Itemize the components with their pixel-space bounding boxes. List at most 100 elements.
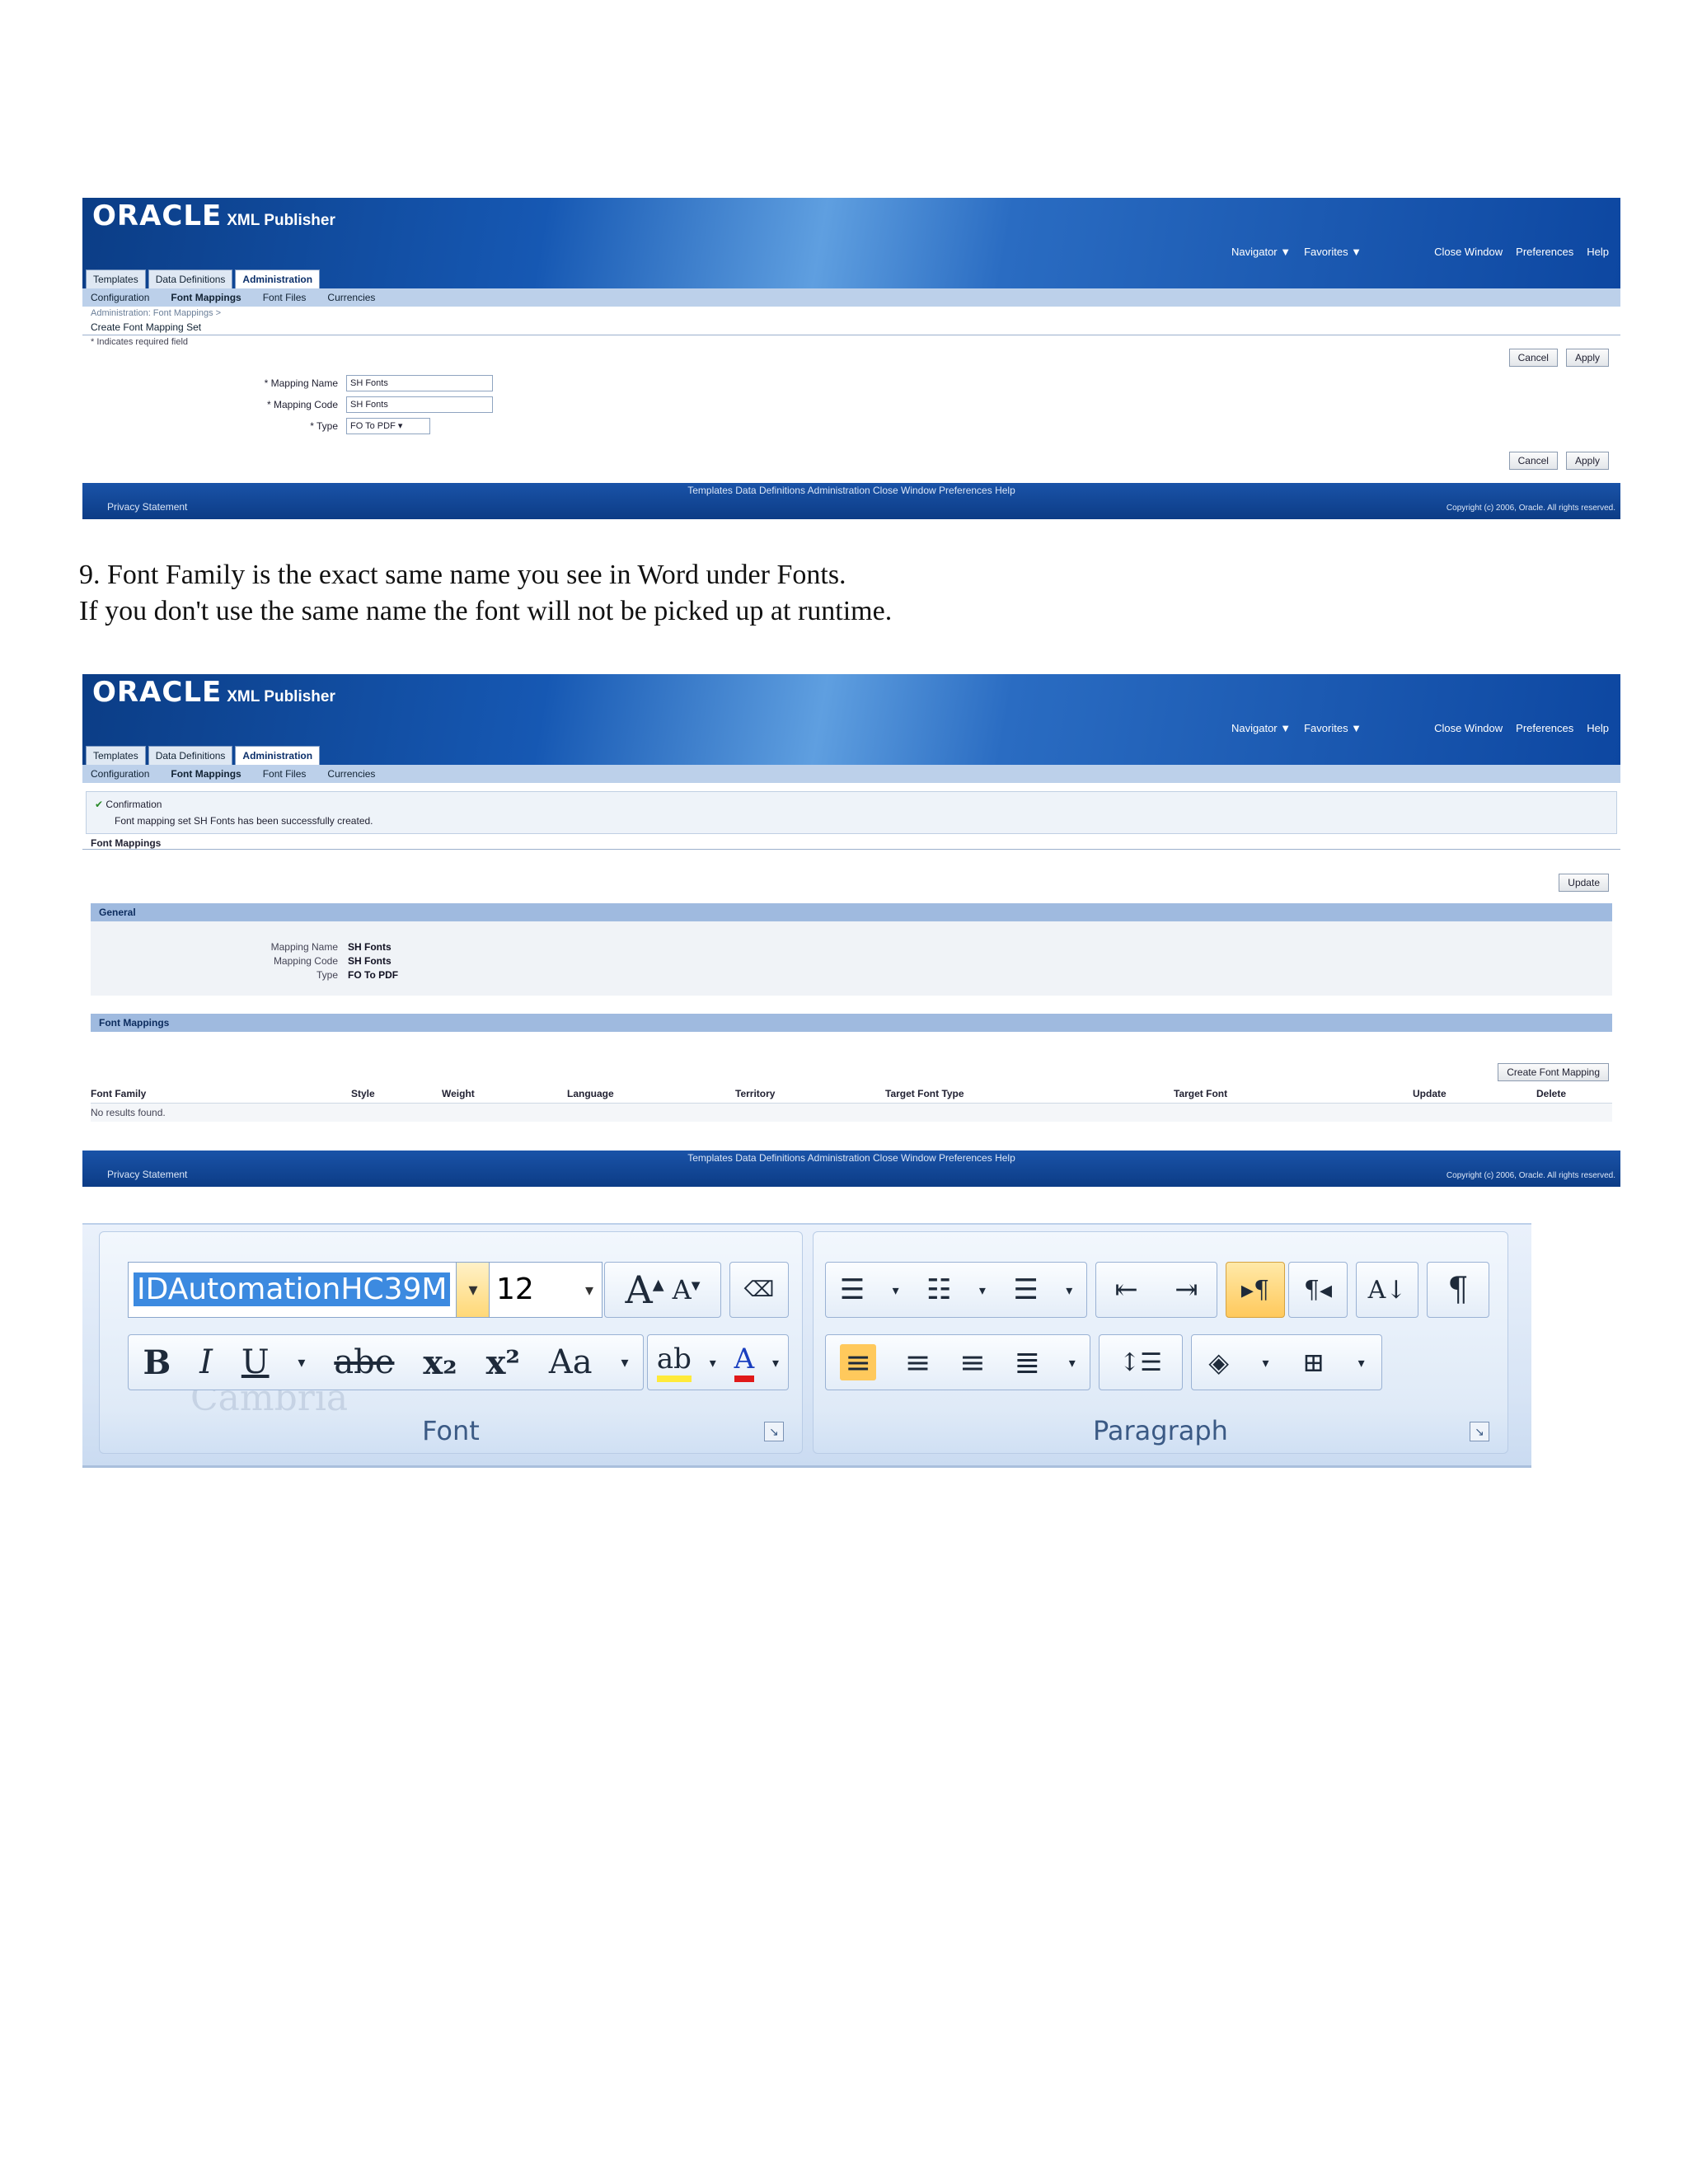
- privacy-link[interactable]: Privacy Statement: [107, 501, 187, 513]
- close-window-link-2[interactable]: Close Window: [1434, 722, 1503, 734]
- justify-dropdown-icon[interactable]: ▾: [1069, 1355, 1076, 1371]
- preferences-link-2[interactable]: Preferences: [1516, 722, 1573, 734]
- shading-dropdown-icon[interactable]: ▾: [1263, 1355, 1269, 1371]
- update-button[interactable]: Update: [1559, 874, 1609, 892]
- mapping-form: * Mapping Name SH Fonts * Mapping Code S…: [82, 373, 493, 437]
- sort-button[interactable]: A↓: [1356, 1262, 1418, 1318]
- grow-font-icon[interactable]: A▲: [626, 1268, 664, 1312]
- tab-administration[interactable]: Administration: [235, 269, 321, 288]
- tab-data-definitions-2[interactable]: Data Definitions: [148, 746, 233, 765]
- align-left-icon[interactable]: ≡: [840, 1344, 877, 1380]
- update-button-wrap: Update: [1559, 874, 1609, 892]
- navigator-menu[interactable]: Navigator ▼: [1231, 246, 1291, 258]
- bullets-icon[interactable]: ☰: [840, 1273, 865, 1306]
- type-select[interactable]: FO To PDF ▾: [346, 418, 430, 434]
- pilcrow-icon: ¶: [1447, 1271, 1469, 1309]
- tab-templates[interactable]: Templates: [86, 269, 146, 288]
- cancel-button-bottom[interactable]: Cancel: [1508, 452, 1558, 470]
- privacy-link-2[interactable]: Privacy Statement: [107, 1169, 187, 1180]
- strikethrough-button[interactable]: abe: [334, 1343, 394, 1381]
- font-group-label: Font: [422, 1415, 480, 1446]
- footer-links-2[interactable]: Templates Data Definitions Administratio…: [82, 1152, 1620, 1164]
- font-size-dropdown-arrow[interactable]: ▾: [585, 1263, 593, 1317]
- numbering-icon[interactable]: ☷: [926, 1273, 951, 1306]
- subscript-button[interactable]: x₂: [423, 1343, 457, 1382]
- apply-button-bottom[interactable]: Apply: [1565, 452, 1609, 470]
- apply-button[interactable]: Apply: [1565, 349, 1609, 367]
- cancel-button[interactable]: Cancel: [1508, 349, 1558, 367]
- shrink-font-icon[interactable]: A▼: [673, 1274, 701, 1305]
- decrease-indent-icon[interactable]: ⇤: [1114, 1273, 1138, 1306]
- col-weight[interactable]: Weight: [442, 1088, 567, 1099]
- borders-icon[interactable]: ⊞: [1302, 1347, 1325, 1378]
- line-spacing-button[interactable]: ↕☰: [1099, 1334, 1183, 1390]
- subtab-font-files-2[interactable]: Font Files: [263, 768, 307, 780]
- instruction-line-1: 9. Font Family is the exact same name yo…: [79, 560, 846, 590]
- line-spacing-icon: ↕☰: [1118, 1347, 1163, 1377]
- underline-button[interactable]: U: [241, 1343, 270, 1381]
- font-color-dropdown-icon[interactable]: ▾: [772, 1355, 779, 1371]
- ltr-button[interactable]: ▸¶: [1226, 1262, 1285, 1318]
- font-name-dropdown-arrow[interactable]: ▾: [456, 1262, 490, 1318]
- subtab-font-mappings-2[interactable]: Font Mappings: [171, 768, 241, 780]
- font-dialog-launcher-icon[interactable]: ↘: [764, 1422, 784, 1441]
- favorites-menu[interactable]: Favorites ▼: [1304, 246, 1362, 258]
- align-right-icon[interactable]: ≡: [959, 1344, 986, 1380]
- sub-tabs: Configuration Font Mappings Font Files C…: [82, 288, 1620, 307]
- subtab-currencies-2[interactable]: Currencies: [327, 768, 375, 780]
- change-case-button[interactable]: Aa: [549, 1343, 593, 1381]
- create-font-mapping-button[interactable]: Create Font Mapping: [1498, 1063, 1609, 1081]
- mapping-name-input[interactable]: SH Fonts: [346, 375, 493, 391]
- favorites-menu-2[interactable]: Favorites ▼: [1304, 722, 1362, 734]
- col-territory[interactable]: Territory: [735, 1088, 885, 1099]
- highlight-dropdown-icon[interactable]: ▾: [710, 1355, 716, 1371]
- oracle-create-screenshot: ORACLE XML Publisher Navigator ▼ Favorite…: [82, 198, 1620, 519]
- multilevel-dropdown-icon[interactable]: ▾: [1066, 1282, 1072, 1298]
- subtab-font-mappings[interactable]: Font Mappings: [171, 292, 241, 303]
- italic-button[interactable]: I: [199, 1343, 213, 1381]
- bullets-dropdown-icon[interactable]: ▾: [893, 1282, 899, 1298]
- help-link[interactable]: Help: [1587, 246, 1609, 258]
- subtab-currencies[interactable]: Currencies: [327, 292, 375, 303]
- align-center-icon[interactable]: ≡: [905, 1344, 931, 1380]
- col-style[interactable]: Style: [351, 1088, 442, 1099]
- bold-button[interactable]: B: [143, 1343, 171, 1382]
- mapping-name-label: * Mapping Name: [264, 377, 338, 389]
- tab-administration-2[interactable]: Administration: [235, 746, 321, 765]
- highlight-icon[interactable]: ab: [656, 1343, 692, 1382]
- subtab-font-files[interactable]: Font Files: [263, 292, 307, 303]
- underline-dropdown-icon[interactable]: ▾: [298, 1354, 305, 1371]
- col-target-font[interactable]: Target Font: [1174, 1088, 1413, 1099]
- tab-data-definitions[interactable]: Data Definitions: [148, 269, 233, 288]
- col-font-family[interactable]: Font Family: [91, 1088, 351, 1099]
- subtab-configuration[interactable]: Configuration: [91, 292, 149, 303]
- main-tabs-2: Templates Data Definitions Administratio…: [82, 746, 321, 765]
- font-name-combobox[interactable]: IDAutomationHC39M: [128, 1262, 457, 1318]
- justify-icon[interactable]: ≣: [1014, 1344, 1040, 1380]
- col-language[interactable]: Language: [567, 1088, 735, 1099]
- mapping-code-input[interactable]: SH Fonts: [346, 396, 493, 413]
- show-hide-button[interactable]: ¶: [1427, 1262, 1489, 1318]
- increase-indent-icon[interactable]: ⇥: [1175, 1273, 1198, 1306]
- font-size-combobox[interactable]: 12 ▾: [489, 1262, 603, 1318]
- grow-shrink-font-buttons[interactable]: A▲ A▼: [604, 1262, 721, 1318]
- tab-templates-2[interactable]: Templates: [86, 746, 146, 765]
- multilevel-list-icon[interactable]: ☰: [1013, 1273, 1038, 1306]
- shading-icon[interactable]: ◈: [1208, 1347, 1229, 1378]
- help-link-2[interactable]: Help: [1587, 722, 1609, 734]
- superscript-button[interactable]: x²: [486, 1343, 520, 1382]
- borders-dropdown-icon[interactable]: ▾: [1358, 1355, 1365, 1371]
- close-window-link[interactable]: Close Window: [1434, 246, 1503, 258]
- font-color-icon[interactable]: A: [734, 1343, 755, 1382]
- subtab-configuration-2[interactable]: Configuration: [91, 768, 149, 780]
- rtl-button[interactable]: ¶◂: [1288, 1262, 1348, 1318]
- paragraph-dialog-launcher-icon[interactable]: ↘: [1470, 1422, 1489, 1441]
- footer-links[interactable]: Templates Data Definitions Administratio…: [82, 485, 1620, 496]
- change-case-dropdown-icon[interactable]: ▾: [621, 1354, 628, 1371]
- breadcrumb[interactable]: Administration: Font Mappings >: [82, 307, 1620, 320]
- numbering-dropdown-icon[interactable]: ▾: [979, 1282, 986, 1298]
- navigator-menu-2[interactable]: Navigator ▼: [1231, 722, 1291, 734]
- preferences-link[interactable]: Preferences: [1516, 246, 1573, 258]
- clear-formatting-button[interactable]: ⌫: [729, 1262, 789, 1318]
- col-target-font-type[interactable]: Target Font Type: [885, 1088, 1174, 1099]
